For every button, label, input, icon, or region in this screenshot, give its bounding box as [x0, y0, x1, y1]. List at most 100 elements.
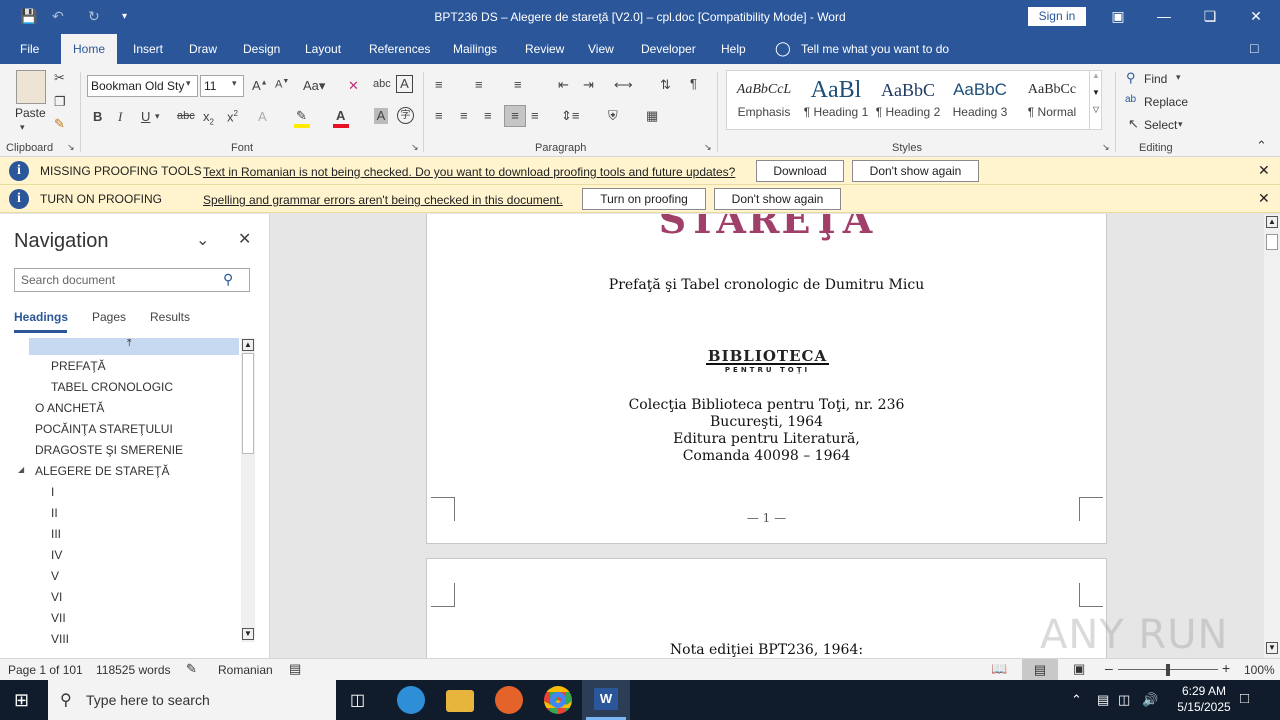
maximize-icon[interactable]: ❏	[1200, 6, 1220, 26]
font-size-combo[interactable]: 11	[200, 75, 244, 97]
zoom-slider-thumb[interactable]	[1166, 664, 1170, 676]
bold-icon[interactable]: B	[93, 109, 102, 124]
align-left-icon[interactable]: ≡	[435, 108, 443, 123]
download-button[interactable]: Download	[756, 160, 844, 182]
text-effects-icon[interactable]: A	[258, 109, 267, 124]
heading-item[interactable]: DRAGOSTE ŞI SMERENIE	[35, 443, 183, 457]
line-spacing-icon[interactable]: ⇕≡	[561, 108, 579, 124]
style-emphasis[interactable]: AaBbCcL Emphasis	[729, 75, 799, 119]
turn-on-proofing-button[interactable]: Turn on proofing	[582, 188, 706, 210]
shading-icon[interactable]: ⛨	[608, 108, 618, 124]
bullets-icon[interactable]: ≡	[435, 77, 443, 92]
chevron-down-icon[interactable]: ⌄	[196, 230, 209, 250]
character-shading-icon[interactable]: A	[374, 108, 388, 124]
heading-item[interactable]: I	[51, 485, 54, 499]
save-icon[interactable]: 💾	[20, 8, 37, 25]
heading-item[interactable]: IV	[51, 548, 62, 562]
heading-item[interactable]: II	[51, 506, 58, 520]
word-count[interactable]: 118525 words	[96, 663, 171, 677]
cut-icon[interactable]: ✂	[54, 70, 65, 86]
search-icon[interactable]: ⚲	[223, 271, 233, 288]
tab-developer[interactable]: Developer	[641, 42, 696, 56]
subscript-icon[interactable]: x2	[203, 109, 214, 127]
tab-insert[interactable]: Insert	[133, 42, 163, 56]
heading-item[interactable]: VIII	[51, 632, 69, 646]
find-icon[interactable]: ⚲	[1126, 70, 1136, 86]
grow-font-icon[interactable]: A▲	[252, 78, 268, 93]
document-page-2[interactable]: Nota ediţiei BPT236, 1964:	[426, 558, 1107, 658]
expand-triangle-icon[interactable]: ◢	[18, 465, 24, 474]
navigation-scroll-thumb[interactable]	[242, 353, 254, 454]
tell-me-search[interactable]: Tell me what you want to do	[801, 42, 949, 56]
tray-chevron-icon[interactable]: ⌃	[1071, 692, 1082, 708]
clear-formatting-icon[interactable]: ✕	[348, 78, 359, 94]
heading-item[interactable]: O ANCHETĂ	[35, 401, 104, 415]
tab-view[interactable]: View	[588, 42, 614, 56]
decrease-indent-icon[interactable]: ⇤	[558, 77, 569, 93]
tab-review[interactable]: Review	[525, 42, 564, 56]
collapse-ribbon-icon[interactable]: ⌃	[1256, 138, 1267, 154]
task-view-icon[interactable]: ◫	[350, 690, 365, 710]
heading-item[interactable]: VII	[51, 611, 66, 625]
sort-icon[interactable]: ⇅	[660, 77, 671, 93]
zoom-in-icon[interactable]: +	[1222, 660, 1230, 676]
format-painter-icon[interactable]: ✎	[54, 116, 65, 132]
close-notification-icon[interactable]: ✕	[1258, 190, 1270, 207]
paragraph-launcher-icon[interactable]: ↘	[704, 142, 712, 153]
scroll-thumb[interactable]	[1266, 234, 1278, 250]
font-color-icon[interactable]: A	[336, 108, 345, 123]
strikethrough-icon[interactable]: abc	[177, 110, 195, 122]
vertical-scrollbar[interactable]: ▲ ▼	[1264, 214, 1280, 658]
copy-icon[interactable]: ❐	[54, 94, 66, 110]
highlight-icon[interactable]: ✎	[296, 108, 307, 124]
close-icon[interactable]: ✕	[238, 229, 251, 249]
select-icon[interactable]: ↖	[1128, 116, 1139, 132]
dont-show-again-button[interactable]: Don't show again	[852, 160, 979, 182]
heading-item[interactable]: VI	[51, 590, 62, 604]
change-case-icon[interactable]: Aa▾	[303, 78, 325, 94]
heading-item[interactable]: TABEL CRONOLOGIC	[51, 380, 173, 394]
superscript-icon[interactable]: x2	[227, 109, 238, 124]
notification-message-link[interactable]: Spelling and grammar errors aren't being…	[203, 193, 563, 207]
chrome-icon[interactable]	[544, 686, 572, 714]
tab-draw[interactable]: Draw	[189, 42, 217, 56]
comments-icon[interactable]: □	[1250, 40, 1258, 56]
font-name-dropdown-icon[interactable]: ▾	[186, 78, 191, 89]
phonetic-guide-icon[interactable]: abc	[373, 78, 391, 90]
borders-icon[interactable]: ▦	[646, 108, 658, 124]
align-center-icon[interactable]: ≡	[460, 108, 468, 123]
heading-selected[interactable]: ⤒	[29, 338, 239, 355]
select-button[interactable]: Select	[1144, 118, 1177, 132]
print-layout-icon[interactable]: ▤	[1022, 659, 1058, 680]
notification-message-link[interactable]: Text in Romanian is not being checked. D…	[203, 165, 735, 179]
ribbon-display-icon[interactable]: ▣	[1108, 6, 1128, 26]
taskbar-search-box[interactable]: Type here to search	[48, 680, 336, 720]
justify-icon[interactable]: ≡	[504, 105, 526, 127]
dont-show-again-button[interactable]: Don't show again	[714, 188, 841, 210]
word-taskbar-item[interactable]: W	[582, 680, 630, 720]
align-right-icon[interactable]: ≡	[484, 108, 492, 123]
select-dropdown-icon[interactable]: ▾	[1178, 119, 1183, 130]
tab-pages[interactable]: Pages	[92, 310, 126, 324]
read-mode-icon[interactable]: 📖	[991, 661, 1007, 677]
clock[interactable]: 6:29 AM 5/15/2025	[1164, 683, 1244, 715]
edge-icon[interactable]	[397, 686, 425, 714]
italic-icon[interactable]: I	[118, 109, 122, 125]
tab-help[interactable]: Help	[721, 42, 746, 56]
file-explorer-icon[interactable]	[446, 690, 474, 712]
character-border-icon[interactable]: A	[396, 75, 413, 93]
shrink-font-icon[interactable]: A▼	[275, 78, 289, 91]
heading-item[interactable]: III	[51, 527, 61, 541]
styles-launcher-icon[interactable]: ↘	[1102, 142, 1110, 153]
replace-button[interactable]: Replace	[1144, 95, 1188, 109]
numbering-icon[interactable]: ≡	[475, 77, 483, 92]
style-normal[interactable]: AaBbCc ¶ Normal	[1017, 75, 1087, 119]
minimize-icon[interactable]: —	[1154, 6, 1174, 26]
style-heading-2[interactable]: AaBbC ¶ Heading 2	[873, 75, 943, 119]
firefox-icon[interactable]	[495, 686, 523, 714]
network-icon[interactable]: ◫	[1118, 692, 1130, 708]
tab-headings[interactable]: Headings	[14, 310, 68, 324]
web-layout-icon[interactable]: ▣	[1073, 661, 1085, 677]
text-direction-icon[interactable]: ⟷	[614, 77, 633, 93]
zoom-level[interactable]: 100%	[1244, 663, 1275, 677]
